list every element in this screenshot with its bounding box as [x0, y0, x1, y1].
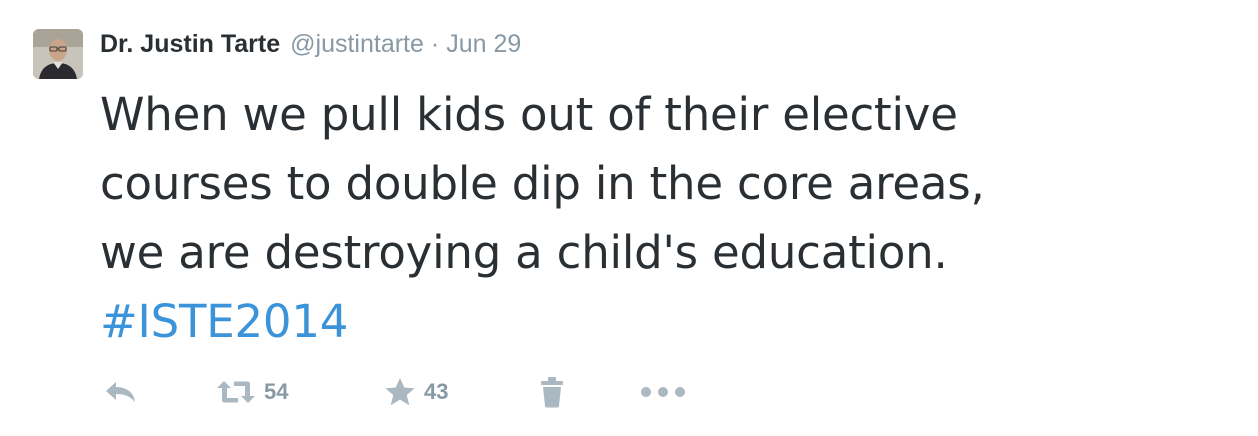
trash-icon	[541, 377, 563, 408]
favorite-count: 43	[424, 379, 449, 404]
tweet-header: Dr. Justin Tarte @justintarte · Jun 29	[100, 30, 521, 60]
more-button[interactable]	[640, 372, 686, 412]
tweet: Dr. Justin Tarte @justintarte · Jun 29 W…	[0, 0, 1258, 436]
header-separator: ·	[430, 30, 440, 58]
tweet-text-line: When we pull kids out of their elective	[100, 88, 958, 141]
retweet-button[interactable]: 54	[216, 372, 288, 412]
avatar-photo	[33, 29, 83, 79]
hashtag-link[interactable]: #ISTE2014	[100, 287, 1230, 356]
tweet-text-line: courses to double dip in the core areas,	[100, 157, 985, 210]
reply-icon	[106, 382, 135, 402]
author-handle[interactable]: @justintarte	[290, 30, 424, 59]
reply-button[interactable]	[104, 372, 138, 412]
favorite-button[interactable]: 43	[384, 372, 448, 412]
author-name[interactable]: Dr. Justin Tarte	[100, 30, 280, 59]
tweet-date[interactable]: Jun 29	[446, 30, 521, 59]
avatar[interactable]	[33, 29, 83, 79]
ellipsis-icon	[641, 387, 685, 397]
retweet-count: 54	[264, 379, 289, 404]
tweet-text: When we pull kids out of their elective …	[100, 80, 1230, 356]
tweet-text-line: we are destroying a child's education.	[100, 226, 948, 279]
retweet-icon	[217, 381, 255, 403]
star-icon	[385, 378, 415, 406]
delete-button[interactable]	[540, 372, 564, 412]
